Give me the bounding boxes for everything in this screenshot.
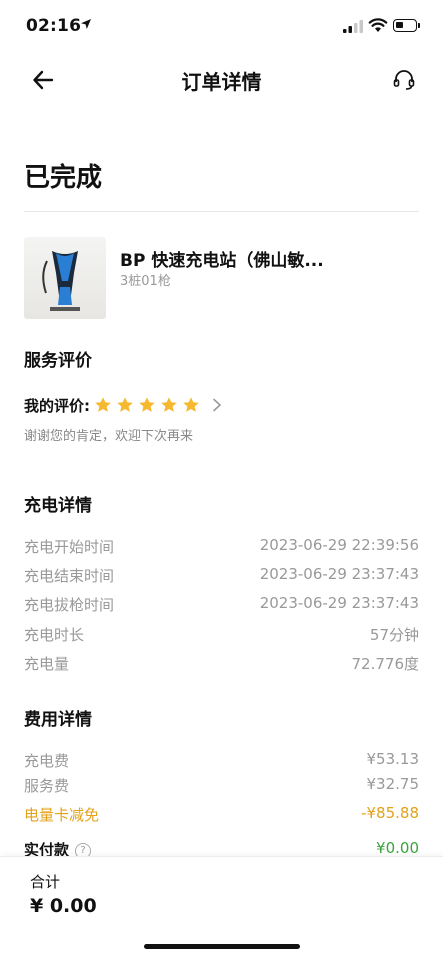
- charge-row: 充电结束时间 2023-06-29 23:37:43: [24, 565, 419, 587]
- rating-thanks-text: 谢谢您的肯定，欢迎下次再来: [24, 429, 194, 444]
- cellular-signal-icon: [343, 20, 363, 33]
- station-name[interactable]: BP 快速充电站（佛山敏...: [120, 246, 324, 271]
- rating-stars: [94, 396, 200, 414]
- charge-row-value: 72.776度: [351, 655, 420, 673]
- star-icon: [95, 397, 111, 412]
- charge-row-value: 2023-06-29 23:37:43: [259, 565, 419, 583]
- fee-row-label: 电量卡减免: [24, 806, 100, 824]
- star-icon: [161, 397, 177, 412]
- page-title: 订单详情: [181, 70, 262, 94]
- charge-row-label: 充电结束时间: [24, 567, 115, 585]
- total-value: ¥ 0.00: [30, 895, 97, 917]
- bottom-total-bar: 合计 ¥ 0.00: [0, 856, 443, 961]
- fee-row-discount: 电量卡减免 -¥85.88: [24, 804, 419, 826]
- rating-label: 我的评价:: [24, 396, 90, 415]
- customer-service-icon[interactable]: [391, 67, 417, 93]
- fee-row: 服务费 ¥32.75: [24, 775, 419, 797]
- star-icon: [139, 397, 155, 412]
- charge-row-value: 2023-06-29 23:37:43: [259, 594, 419, 612]
- wifi-icon: [368, 18, 388, 32]
- star-icon: [117, 397, 133, 412]
- fee-row: 充电费 ¥53.13: [24, 750, 419, 772]
- fee-row-value: ¥53.13: [366, 750, 420, 768]
- fee-row-label: 服务费: [24, 777, 70, 795]
- charge-row: 充电开始时间 2023-06-29 22:39:56: [24, 536, 419, 558]
- battery-icon: [393, 19, 420, 32]
- chevron-right-icon[interactable]: [212, 398, 222, 412]
- home-indicator[interactable]: [144, 944, 300, 949]
- fee-row-label: 充电费: [24, 752, 70, 770]
- my-rating-row[interactable]: 我的评价:: [24, 394, 222, 416]
- station-connector: 3桩01枪: [120, 274, 171, 289]
- location-arrow-icon: [81, 19, 91, 29]
- charge-section-title: 充电详情: [24, 496, 92, 516]
- charge-row: 充电量 72.776度: [24, 653, 419, 675]
- clock: 02:16: [26, 16, 82, 36]
- total-label: 合计: [30, 873, 61, 891]
- order-status: 已完成: [24, 163, 103, 193]
- charge-row-label: 充电量: [24, 655, 70, 673]
- fee-row-value: -¥85.88: [361, 804, 419, 822]
- fee-row-value: ¥32.75: [366, 775, 420, 793]
- rating-section-title: 服务评价: [24, 351, 92, 371]
- charge-row: 充电时长 57分钟: [24, 624, 419, 646]
- fee-row-value: ¥0.00: [376, 839, 419, 857]
- charge-row: 充电拔枪时间 2023-06-29 23:37:43: [24, 594, 419, 616]
- charge-row-label: 充电开始时间: [24, 538, 115, 556]
- status-bar: 02:16: [0, 0, 443, 52]
- charge-row-label: 充电时长: [24, 626, 85, 644]
- fee-section-title: 费用详情: [24, 710, 92, 730]
- divider: [24, 211, 419, 212]
- charge-row-value: 57分钟: [369, 626, 419, 644]
- charge-row-value: 2023-06-29 22:39:56: [259, 536, 419, 554]
- star-icon: [183, 397, 199, 412]
- charge-row-label: 充电拔枪时间: [24, 596, 115, 614]
- nav-bar: 订单详情: [0, 60, 443, 100]
- charger-image: [24, 237, 106, 319]
